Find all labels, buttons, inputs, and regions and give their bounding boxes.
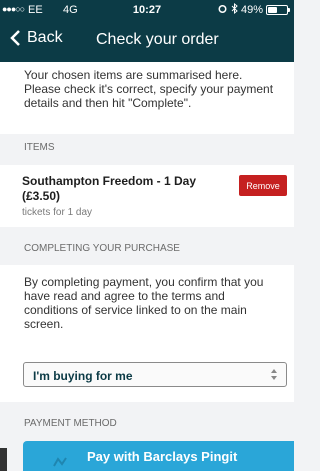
buyer-select-area: I'm buying for me [0,350,294,402]
remove-button[interactable]: Remove [239,175,287,196]
item-title: Southampton Freedom - 1 Day [22,174,197,188]
back-label: Back [27,29,63,46]
intro-text: Your chosen items are summarised here. P… [0,62,294,134]
terms-text: By completing payment, you confirm that … [0,265,294,350]
status-right: 49% [214,2,290,17]
buyer-select-value: I'm buying for me [33,369,133,383]
pingit-label: Pay with Barclays Pingit [87,449,238,464]
battery-fill [268,7,277,13]
navigation-bar: Back Check your order [0,20,294,62]
item-subtitle: tickets for 1 day [22,207,93,218]
select-arrows-icon [271,369,277,380]
battery-percent: 49% [240,4,263,16]
items-section-header: ITEMS [24,142,55,153]
bluetooth-icon [231,2,238,17]
status-bar: ●●●○○ EE 4G 10:27 49% [0,0,294,20]
purchase-section-header: COMPLETING YOUR PURCHASE [24,243,180,254]
back-button[interactable]: Back [10,29,63,47]
left-edge-decoration [0,448,7,471]
pay-with-pingit-button[interactable]: Pay with Barclays Pingit [23,441,294,471]
chevron-left-icon [10,30,20,46]
alarm-icon [217,3,228,17]
item-price: (£3.50) [22,189,61,203]
payment-section-header: PAYMENT METHOD [24,418,117,429]
battery-icon [266,5,290,15]
pingit-logo-icon [53,457,67,467]
buyer-select[interactable]: I'm buying for me [23,362,287,387]
page-title: Check your order [96,31,219,48]
